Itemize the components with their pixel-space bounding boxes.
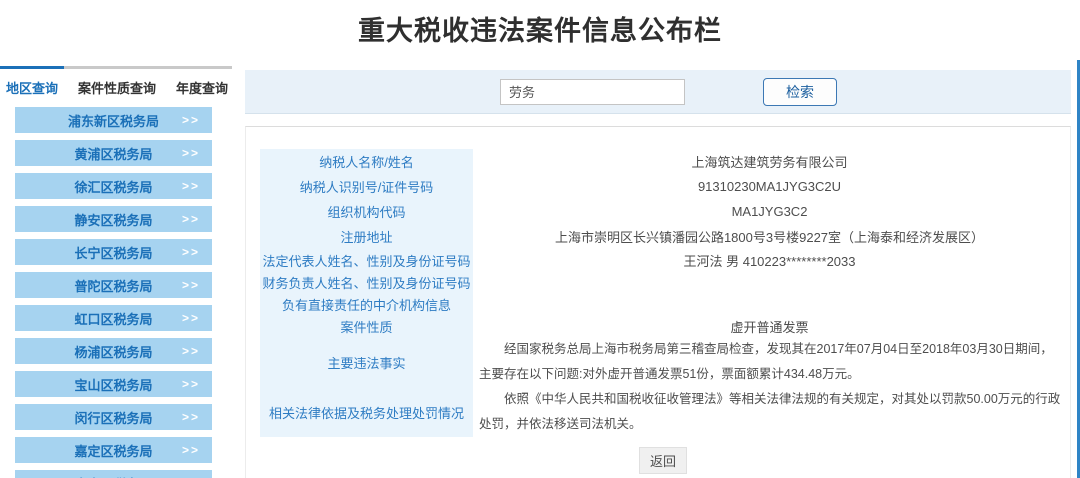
back-button[interactable]: 返回 (639, 447, 687, 474)
field-value: 王河法 男 410223********2033 (473, 251, 1066, 270)
field-label: 组织机构代码 (260, 199, 473, 224)
bureau-label: 闵行区税务局 (74, 408, 152, 427)
row-registered-address: 注册地址 上海市崇明区长兴镇潘园公路1800号3号楼9227室（上海泰和经济发展… (260, 224, 1066, 249)
double-chevron-right-icon: >> (182, 377, 200, 391)
row-taxpayer-name: 纳税人名称/姓名 上海筑达建筑劳务有限公司 (260, 149, 1066, 174)
tab-year-query[interactable]: 年度查询 (170, 69, 234, 97)
search-bar: 检索 (245, 70, 1071, 114)
sidebar-item-huangpu[interactable]: 黄浦区税务局 >> (15, 140, 212, 166)
bureau-label: 宝山区税务局 (74, 375, 152, 394)
search-input[interactable] (500, 79, 685, 105)
bureau-label: 长宁区税务局 (74, 243, 152, 262)
sidebar: 地区查询 案件性质查询 年度查询 浦东新区税务局 >> 黄浦区税务局 >> 徐汇… (0, 66, 240, 478)
field-label: 主要违法事实 (260, 337, 473, 387)
double-chevron-right-icon: >> (182, 344, 200, 358)
bureau-list: 浦东新区税务局 >> 黄浦区税务局 >> 徐汇区税务局 >> 静安区税务局 >>… (15, 107, 240, 478)
sidebar-item-yangpu[interactable]: 杨浦区税务局 >> (15, 338, 212, 364)
field-label: 纳税人名称/姓名 (260, 149, 473, 174)
sidebar-item-changning[interactable]: 长宁区税务局 >> (15, 239, 212, 265)
sidebar-item-putuo[interactable]: 普陀区税务局 >> (15, 272, 212, 298)
double-chevron-right-icon: >> (182, 146, 200, 160)
field-value: 上海市崇明区长兴镇潘园公路1800号3号楼9227室（上海泰和经济发展区） (473, 227, 1066, 246)
field-value: 91310230MA1JYG3C2U (473, 179, 1066, 194)
row-legal-representative: 法定代表人姓名、性别及身份证号码 王河法 男 410223********203… (260, 249, 1066, 271)
field-value: 虚开普通发票 (473, 317, 1066, 336)
double-chevron-right-icon: >> (182, 212, 200, 226)
field-label: 财务负责人姓名、性别及身份证号码 (260, 271, 473, 293)
double-chevron-right-icon: >> (182, 311, 200, 325)
sidebar-item-baoshan[interactable]: 宝山区税务局 >> (15, 371, 212, 397)
query-tab-bar: 地区查询 案件性质查询 年度查询 (0, 66, 232, 97)
row-intermediary-info: 负有直接责任的中介机构信息 (260, 293, 1066, 315)
sidebar-item-hongkou[interactable]: 虹口区税务局 >> (15, 305, 212, 331)
sidebar-item-jinshan[interactable]: 金山区税务局 >> (15, 470, 212, 478)
main-content: 检索 纳税人名称/姓名 上海筑达建筑劳务有限公司 纳税人识别号/证件号码 913… (245, 70, 1080, 478)
bureau-label: 金山区税务局 (74, 474, 152, 478)
field-label: 纳税人识别号/证件号码 (260, 174, 473, 199)
row-org-code: 组织机构代码 MA1JYG3C2 (260, 199, 1066, 224)
row-case-nature: 案件性质 虚开普通发票 (260, 315, 1066, 337)
bureau-label: 浦东新区税务局 (68, 111, 159, 130)
double-chevron-right-icon: >> (182, 278, 200, 292)
bureau-label: 普陀区税务局 (74, 276, 152, 295)
double-chevron-right-icon: >> (182, 179, 200, 193)
search-button[interactable]: 检索 (763, 78, 837, 106)
page: 重大税收违法案件信息公布栏 地区查询 案件性质查询 年度查询 浦东新区税务局 >… (0, 0, 1080, 478)
bureau-label: 徐汇区税务局 (74, 177, 152, 196)
bureau-label: 虹口区税务局 (74, 309, 152, 328)
sidebar-item-jingan[interactable]: 静安区税务局 >> (15, 206, 212, 232)
tab-case-nature-query[interactable]: 案件性质查询 (72, 69, 162, 97)
bureau-label: 杨浦区税务局 (74, 342, 152, 361)
field-value: 上海筑达建筑劳务有限公司 (473, 152, 1066, 171)
row-finance-officer: 财务负责人姓名、性别及身份证号码 (260, 271, 1066, 293)
field-label: 案件性质 (260, 315, 473, 337)
page-title: 重大税收违法案件信息公布栏 (0, 0, 1080, 48)
case-detail-panel: 纳税人名称/姓名 上海筑达建筑劳务有限公司 纳税人识别号/证件号码 913102… (245, 126, 1071, 478)
main-layout: 地区查询 案件性质查询 年度查询 浦东新区税务局 >> 黄浦区税务局 >> 徐汇… (0, 70, 1080, 478)
field-label: 相关法律依据及税务处理处罚情况 (260, 387, 473, 437)
double-chevron-right-icon: >> (182, 443, 200, 457)
row-main-violation-facts: 主要违法事实 经国家税务总局上海市税务局第三稽查局检查，发现其在2017年07月… (260, 337, 1066, 387)
double-chevron-right-icon: >> (182, 410, 200, 424)
bureau-label: 嘉定区税务局 (74, 441, 152, 460)
field-label: 负有直接责任的中介机构信息 (260, 293, 473, 315)
tab-region-query[interactable]: 地区查询 (0, 66, 64, 97)
bureau-label: 静安区税务局 (74, 210, 152, 229)
field-label: 法定代表人姓名、性别及身份证号码 (260, 249, 473, 271)
double-chevron-right-icon: >> (182, 245, 200, 259)
field-value: MA1JYG3C2 (473, 204, 1066, 219)
bureau-label: 黄浦区税务局 (74, 144, 152, 163)
sidebar-item-pudong[interactable]: 浦东新区税务局 >> (15, 107, 212, 133)
field-label: 注册地址 (260, 224, 473, 249)
field-value: 经国家税务总局上海市税务局第三稽查局检查，发现其在2017年07月04日至201… (473, 337, 1066, 387)
row-taxpayer-id: 纳税人识别号/证件号码 91310230MA1JYG3C2U (260, 174, 1066, 199)
sidebar-item-jiading[interactable]: 嘉定区税务局 >> (15, 437, 212, 463)
sidebar-item-minhang[interactable]: 闵行区税务局 >> (15, 404, 212, 430)
double-chevron-right-icon: >> (182, 113, 200, 127)
field-value: 依照《中华人民共和国税收征收管理法》等相关法律法规的有关规定，对其处以罚款50.… (473, 387, 1066, 437)
sidebar-item-xuhui[interactable]: 徐汇区税务局 >> (15, 173, 212, 199)
row-legal-basis-penalty: 相关法律依据及税务处理处罚情况 依照《中华人民共和国税收征收管理法》等相关法律法… (260, 387, 1066, 437)
